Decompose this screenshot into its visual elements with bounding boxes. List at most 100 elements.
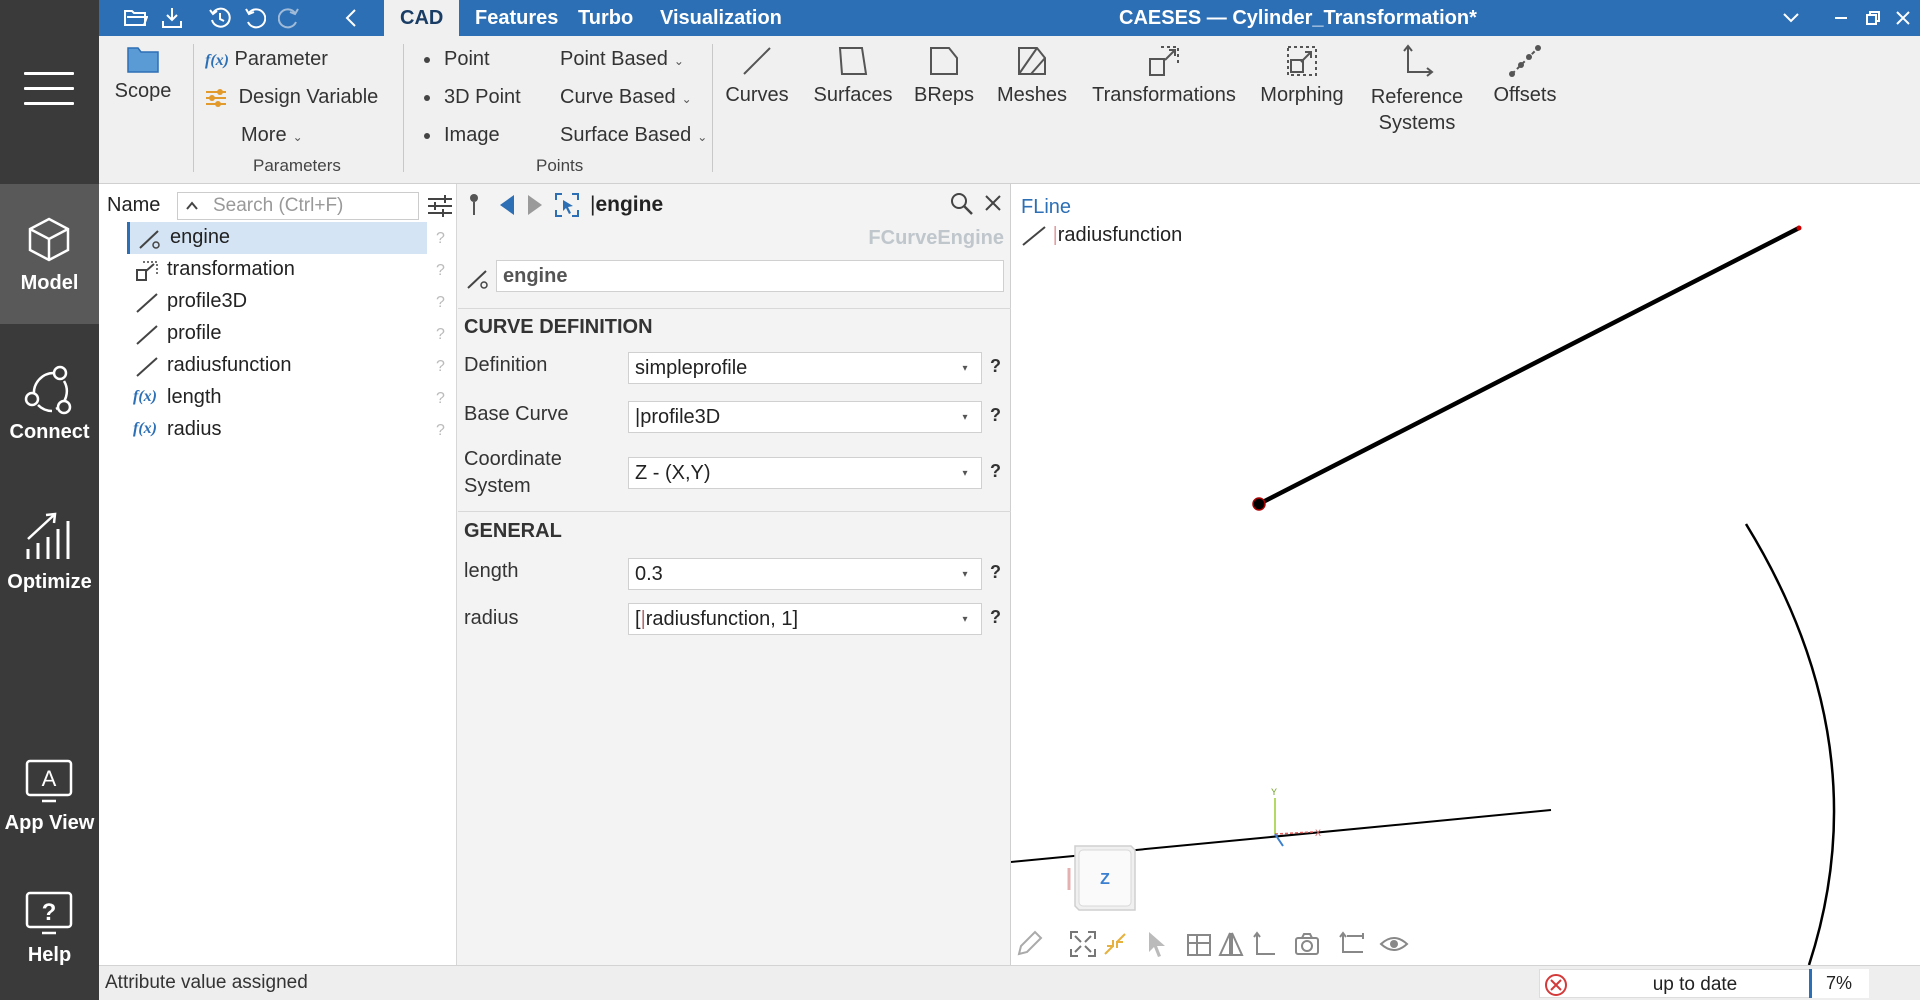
radius-dropdown-icon[interactable]: ▾	[958, 603, 972, 635]
fx-icon: f(x)	[133, 388, 157, 405]
base-curve-field[interactable]: |profile3D	[628, 401, 982, 433]
radius-help-button[interactable]: ?	[990, 607, 1001, 628]
design-variable-button[interactable]: Design Variable	[205, 86, 378, 109]
rail-item-model[interactable]: Model	[0, 184, 99, 324]
surface-based-dropdown[interactable]: Surface Based ⌄	[560, 124, 707, 147]
tab-cad[interactable]: CAD	[384, 0, 460, 36]
definition-dropdown-icon[interactable]: ▾	[958, 352, 972, 384]
pin-icon[interactable]	[466, 192, 482, 221]
collapse-chevron-icon[interactable]	[336, 4, 366, 32]
grid-plane-icon[interactable]	[1185, 930, 1215, 960]
help-button[interactable]: ?	[436, 230, 445, 248]
zoom-selection-icon[interactable]	[1101, 930, 1131, 960]
tree-item-length[interactable]: f(x) length	[127, 382, 427, 414]
base-curve-dropdown-icon[interactable]: ▾	[958, 401, 972, 433]
length-dropdown-icon[interactable]: ▾	[958, 558, 972, 590]
hamburger-menu-icon[interactable]	[24, 72, 74, 112]
search-icon[interactable]	[950, 192, 974, 221]
tab-features[interactable]: Features	[459, 0, 574, 36]
fit-view-icon[interactable]	[1069, 930, 1099, 960]
eye-icon[interactable]	[1379, 930, 1409, 960]
redo-icon[interactable]	[274, 4, 304, 32]
point-button[interactable]: Point	[424, 48, 490, 71]
radius-field[interactable]: [|radiusfunction, 1]	[628, 603, 982, 635]
view-cube[interactable]: Z	[1065, 840, 1141, 916]
pencil-icon[interactable]	[1015, 930, 1045, 960]
rail-item-connect[interactable]: Connect	[0, 345, 99, 485]
rail-item-help[interactable]: ? Help	[0, 872, 99, 1000]
forward-arrow-icon[interactable]	[526, 194, 544, 221]
group-label-points: Points	[536, 156, 584, 175]
length-field[interactable]: 0.3	[628, 558, 982, 590]
tree-item-profile[interactable]: profile	[127, 318, 427, 350]
close-window-icon[interactable]	[1889, 4, 1917, 32]
axes-icon[interactable]	[1249, 930, 1279, 960]
help-button[interactable]: ?	[436, 390, 445, 408]
rail-item-optimize[interactable]: Optimize	[0, 495, 99, 635]
mesh-icon	[1018, 47, 1046, 75]
help-button[interactable]: ?	[436, 422, 445, 440]
morphing-button[interactable]: Morphing	[1254, 44, 1350, 107]
tab-visualization[interactable]: Visualization	[644, 0, 798, 36]
tree-item-radiusfunction[interactable]: radiusfunction	[127, 350, 427, 382]
update-state-indicator[interactable]: up to date	[1539, 969, 1851, 998]
point3d-icon	[424, 94, 430, 101]
line-icon	[136, 325, 158, 345]
breps-button[interactable]: BReps	[909, 44, 979, 107]
open-folder-icon[interactable]	[121, 4, 151, 32]
ruler-axes-icon[interactable]	[1337, 930, 1367, 960]
tree-item-profile3d[interactable]: profile3D	[127, 286, 427, 318]
base-curve-help-button[interactable]: ?	[990, 405, 1001, 426]
definition-field[interactable]: simpleprofile	[628, 352, 982, 384]
tree-item-radius[interactable]: f(x) radius	[127, 414, 427, 446]
rail-item-app-view[interactable]: A App View	[0, 740, 99, 880]
point3d-button[interactable]: 3D Point	[424, 86, 521, 109]
help-button[interactable]: ?	[436, 358, 445, 376]
point-based-dropdown[interactable]: Point Based ⌄	[560, 48, 684, 71]
help-button[interactable]: ?	[436, 294, 445, 312]
name-column-header[interactable]: Name	[107, 194, 160, 217]
save-download-icon[interactable]	[157, 4, 187, 32]
mirror-icon[interactable]	[1217, 930, 1247, 960]
offsets-button[interactable]: Offsets	[1487, 44, 1563, 107]
help-button[interactable]: ?	[436, 262, 445, 280]
coordinate-system-dropdown-icon[interactable]: ▾	[958, 457, 972, 489]
minimize-icon[interactable]	[1827, 4, 1855, 32]
more-dropdown[interactable]: More ⌄	[241, 124, 303, 147]
definition-help-button[interactable]: ?	[990, 356, 1001, 377]
curve-based-dropdown[interactable]: Curve Based ⌄	[560, 86, 692, 109]
undo-icon[interactable]	[240, 4, 270, 32]
filter-sliders-icon[interactable]	[427, 194, 453, 218]
coordinate-system-help-button[interactable]: ?	[990, 461, 1001, 482]
section-divider	[458, 308, 1011, 309]
surfaces-button[interactable]: Surfaces	[810, 44, 896, 107]
tree-item-engine[interactable]: engine	[127, 222, 427, 254]
camera-icon[interactable]	[1293, 930, 1323, 960]
radius-value: radiusfunction, 1]	[645, 608, 799, 630]
point3d-label: 3D Point	[444, 86, 521, 108]
length-help-button[interactable]: ?	[990, 562, 1001, 583]
curves-button[interactable]: Curves	[722, 44, 792, 107]
tree-search-input[interactable]	[205, 192, 419, 220]
back-arrow-icon[interactable]	[498, 194, 516, 221]
coordinate-system-field[interactable]: Z - (X,Y)	[628, 457, 982, 489]
morphing-icon	[1287, 46, 1317, 76]
meshes-button[interactable]: Meshes	[992, 44, 1072, 107]
parameter-button[interactable]: f(x) Parameter	[205, 48, 328, 71]
3d-viewport[interactable]: FLine |radiusfunction Y X Z	[1011, 184, 1920, 965]
transformations-button[interactable]: Transformations	[1089, 44, 1239, 107]
select-in-view-icon[interactable]	[554, 192, 580, 223]
tree-item-transformation[interactable]: transformation	[127, 254, 427, 286]
tab-turbo[interactable]: Turbo	[562, 0, 649, 36]
history-icon[interactable]	[205, 4, 235, 32]
scope-button[interactable]: Scope	[113, 44, 173, 103]
image-button[interactable]: Image	[424, 124, 500, 147]
object-name-field[interactable]: engine	[496, 260, 1004, 292]
restore-icon[interactable]	[1859, 4, 1887, 32]
chevron-down-icon[interactable]	[1777, 4, 1805, 32]
close-icon[interactable]	[984, 194, 1002, 217]
help-button[interactable]: ?	[436, 326, 445, 344]
reference-systems-button[interactable]: Reference Systems	[1367, 44, 1467, 136]
sort-chevron-up-icon[interactable]	[177, 192, 207, 220]
select-cursor-icon[interactable]	[1143, 930, 1173, 960]
